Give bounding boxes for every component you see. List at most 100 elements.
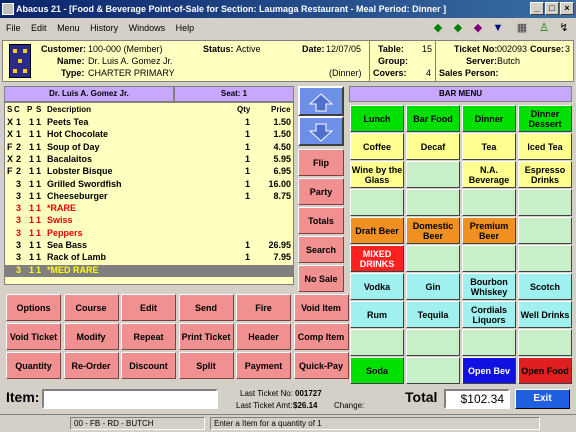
order-row[interactable]: F 2 1 1 Lobster Bisque 1 6.95 bbox=[5, 166, 293, 178]
flip-button[interactable]: Flip bbox=[298, 149, 344, 176]
order-row[interactable]: X 1 1 1 Peets Tea 1 1.50 bbox=[5, 117, 293, 129]
arrow-down-icon[interactable]: ▼ bbox=[490, 21, 506, 35]
order-row[interactable]: 311 Peppers bbox=[5, 228, 293, 240]
cordials-liquors-button[interactable]: Cordials Liquors bbox=[462, 301, 516, 328]
empty-menu-button[interactable] bbox=[518, 329, 572, 356]
close-button[interactable]: × bbox=[560, 2, 574, 15]
order-row[interactable]: 311 Swiss bbox=[5, 215, 293, 227]
order-row[interactable]: X 2 1 1 Bacalaitos 1 5.95 bbox=[5, 154, 293, 166]
maximize-button[interactable]: □ bbox=[545, 2, 559, 15]
wine-by-the-glass-button[interactable]: Wine by the Glass bbox=[350, 161, 404, 188]
minimize-button[interactable]: _ bbox=[530, 2, 544, 15]
order-row[interactable]: 3 1 1 Grilled Swordfish 1 16.00 bbox=[5, 179, 293, 191]
payment-button[interactable]: Payment bbox=[236, 352, 291, 379]
bar-food-button[interactable]: Bar Food bbox=[406, 105, 460, 132]
void-item-button[interactable]: Void Item bbox=[293, 294, 349, 321]
menu-edit[interactable]: Edit bbox=[31, 23, 47, 33]
order-row[interactable]: 3 1 1 *RARE bbox=[5, 203, 293, 215]
scroll-up-button[interactable] bbox=[298, 86, 344, 116]
totals-button[interactable]: Totals bbox=[298, 207, 344, 234]
forward-arrow-icon[interactable]: ◆ bbox=[450, 21, 466, 35]
n-a-beverage-button[interactable]: N.A. Beverage bbox=[462, 161, 516, 188]
bourbon-whiskey-button[interactable]: Bourbon Whiskey bbox=[462, 273, 516, 300]
empty-menu-button[interactable] bbox=[350, 329, 404, 356]
rum-button[interactable]: Rum bbox=[350, 301, 404, 328]
gem-icon[interactable]: ◆ bbox=[470, 21, 486, 35]
order-row[interactable]: 3 1 1 *MED RARE bbox=[5, 264, 293, 277]
empty-menu-button[interactable] bbox=[406, 161, 460, 188]
header-button[interactable]: Header bbox=[236, 323, 291, 350]
guest-tab[interactable]: Dr. Luis A. Gomez Jr. bbox=[4, 86, 174, 102]
order-cell-c: 3 bbox=[16, 203, 22, 214]
vodka-button[interactable]: Vodka bbox=[350, 273, 404, 300]
soda-button[interactable]: Soda bbox=[350, 357, 404, 384]
calculator-icon[interactable]: ▦ bbox=[514, 21, 530, 35]
domestic-beer-button[interactable]: Domestic Beer bbox=[406, 217, 460, 244]
no-sale-button[interactable]: No Sale bbox=[298, 265, 344, 292]
search-button[interactable]: Search bbox=[298, 236, 344, 263]
order-row[interactable]: 3 1 1 Rack of Lamb 1 7.95 bbox=[5, 252, 293, 264]
open-bev-button[interactable]: Open Bev bbox=[462, 357, 516, 384]
discount-button[interactable]: Discount bbox=[121, 352, 176, 379]
menu-file[interactable]: File bbox=[6, 23, 21, 33]
iced-tea-button[interactable]: Iced Tea bbox=[518, 133, 572, 160]
well-drinks-button[interactable]: Well Drinks bbox=[518, 301, 572, 328]
order-row[interactable]: 3 1 1 Cheeseburger 1 8.75 bbox=[5, 191, 293, 203]
repeat-button[interactable]: Repeat bbox=[121, 323, 176, 350]
order-row[interactable]: X 1 1 1 Hot Chocolate 1 1.50 bbox=[5, 129, 293, 141]
seat-tab[interactable]: Seat: 1 bbox=[174, 86, 294, 102]
premium-beer-button[interactable]: Premium Beer bbox=[462, 217, 516, 244]
void-ticket-button[interactable]: Void Ticket bbox=[6, 323, 61, 350]
scroll-down-button[interactable] bbox=[298, 116, 344, 146]
empty-menu-button[interactable] bbox=[406, 357, 460, 384]
re-order-button[interactable]: Re-Order bbox=[63, 352, 119, 379]
empty-menu-button[interactable] bbox=[518, 217, 572, 244]
empty-menu-button[interactable] bbox=[406, 329, 460, 356]
menu-help[interactable]: Help bbox=[176, 23, 195, 33]
menu-menu[interactable]: Menu bbox=[57, 23, 80, 33]
party-button[interactable]: Party bbox=[298, 178, 344, 205]
empty-menu-button[interactable] bbox=[462, 189, 516, 216]
order-row[interactable]: F 2 1 1 Soup of Day 1 4.50 bbox=[5, 142, 293, 154]
empty-menu-button[interactable] bbox=[518, 245, 572, 272]
options-button[interactable]: Options bbox=[6, 294, 61, 321]
item-input[interactable] bbox=[42, 389, 218, 409]
split-button[interactable]: Split bbox=[178, 352, 234, 379]
exit-button[interactable]: Exit bbox=[515, 389, 570, 409]
print-ticket-button[interactable]: Print Ticket bbox=[178, 323, 234, 350]
back-arrow-icon[interactable]: ◆ bbox=[430, 21, 446, 35]
order-list[interactable]: S C P S Description Qty Price X 1 1 1 Peets … bbox=[4, 102, 294, 285]
modify-button[interactable]: Modify bbox=[63, 323, 119, 350]
empty-menu-button[interactable] bbox=[462, 245, 516, 272]
coffee-button[interactable]: Coffee bbox=[350, 133, 404, 160]
send-button[interactable]: Send bbox=[178, 294, 234, 321]
mixed-drinks-button[interactable]: MIXED DRINKS bbox=[350, 245, 404, 272]
dinner-button[interactable]: Dinner bbox=[462, 105, 516, 132]
menu-windows[interactable]: Windows bbox=[129, 23, 166, 33]
empty-menu-button[interactable] bbox=[406, 245, 460, 272]
quick-pay-button[interactable]: Quick-Pay bbox=[293, 352, 349, 379]
quantity-button[interactable]: Quantity bbox=[6, 352, 61, 379]
order-row[interactable]: 3 1 1 Sea Bass 1 26.95 bbox=[5, 240, 293, 252]
fire-button[interactable]: Fire bbox=[236, 294, 291, 321]
decaf-button[interactable]: Decaf bbox=[406, 133, 460, 160]
empty-menu-button[interactable] bbox=[350, 189, 404, 216]
exit-person-icon[interactable]: ♙ bbox=[536, 21, 552, 35]
dinner-dessert-button[interactable]: Dinner Dessert bbox=[518, 105, 572, 132]
tequila-button[interactable]: Tequila bbox=[406, 301, 460, 328]
lightning-icon[interactable]: ↯ bbox=[556, 21, 572, 35]
menu-history[interactable]: History bbox=[90, 23, 118, 33]
open-food-button[interactable]: Open Food bbox=[518, 357, 572, 384]
scotch-button[interactable]: Scotch bbox=[518, 273, 572, 300]
lunch-button[interactable]: Lunch bbox=[350, 105, 404, 132]
tea-button[interactable]: Tea bbox=[462, 133, 516, 160]
course-button[interactable]: Course bbox=[63, 294, 119, 321]
empty-menu-button[interactable] bbox=[406, 189, 460, 216]
gin-button[interactable]: Gin bbox=[406, 273, 460, 300]
edit-button[interactable]: Edit bbox=[121, 294, 176, 321]
comp-item-button[interactable]: Comp Item bbox=[293, 323, 349, 350]
empty-menu-button[interactable] bbox=[462, 329, 516, 356]
draft-beer-button[interactable]: Draft Beer bbox=[350, 217, 404, 244]
espresso-drinks-button[interactable]: Espresso Drinks bbox=[518, 161, 572, 188]
empty-menu-button[interactable] bbox=[518, 189, 572, 216]
